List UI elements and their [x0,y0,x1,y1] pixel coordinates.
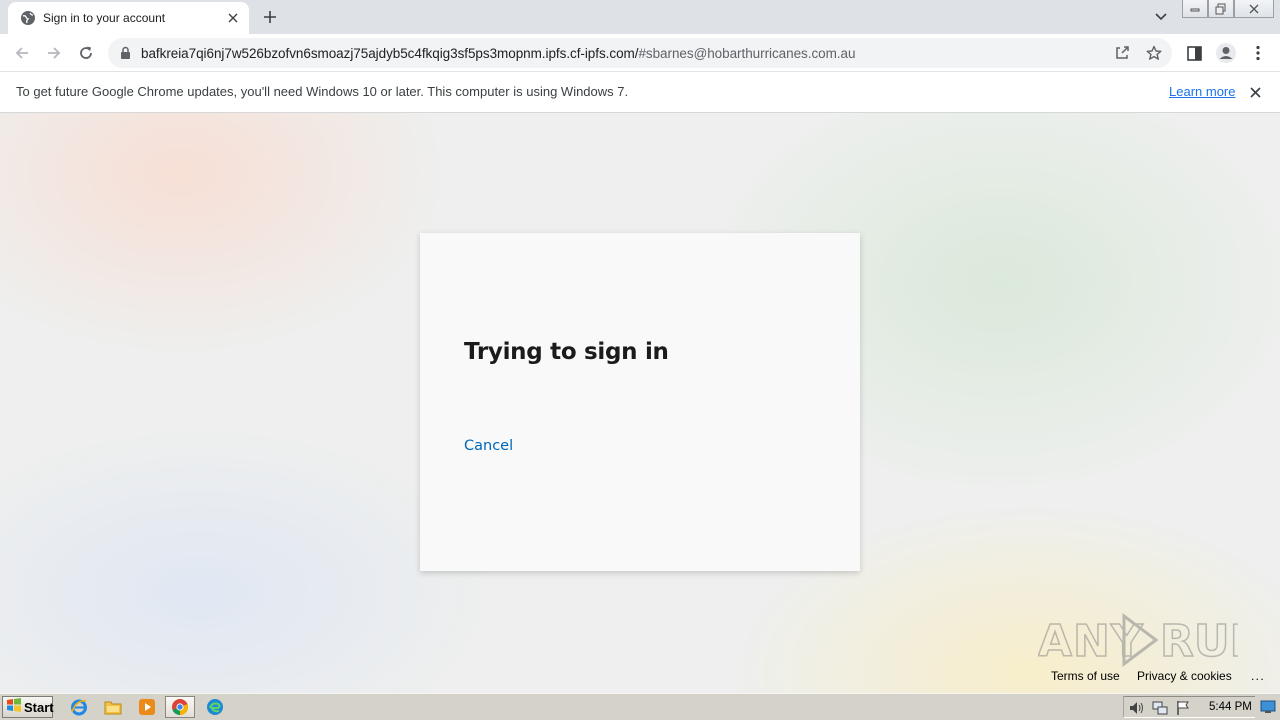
windows-logo-icon [6,697,22,718]
new-tab-button[interactable] [258,6,282,28]
svg-text:RUN: RUN [1160,616,1238,667]
close-tab-icon[interactable] [224,9,242,27]
terms-of-use-link[interactable]: Terms of use [1051,669,1120,683]
address-bar[interactable]: bafkreia7qi6nj7w526bzofvn6smoazj75ajdyb5… [108,38,1172,68]
anyrun-watermark-logo: ANY RUN [1038,613,1238,668]
url-host: bafkreia7qi6nj7w526bzofvn6smoazj75ajdyb5… [141,46,639,61]
taskbar-clock[interactable]: 5:44 PM [1209,701,1252,713]
forward-arrow-icon[interactable] [42,41,66,65]
browser-toolbar: bafkreia7qi6nj7w526bzofvn6smoazj75ajdyb5… [0,34,1280,72]
tab-title: Sign in to your account [43,11,166,25]
side-panel-icon[interactable] [1182,41,1206,65]
start-button[interactable]: Start [2,696,54,718]
infobar-message: To get future Google Chrome updates, you… [16,84,629,99]
browser-tab[interactable]: Sign in to your account [8,2,249,34]
share-icon[interactable] [1112,44,1132,62]
media-player-icon[interactable] [136,697,158,717]
kebab-menu-icon[interactable] [1246,41,1270,65]
globe-icon [20,10,36,26]
system-tray: 5:44 PM [1123,696,1255,718]
profile-avatar-icon[interactable] [1214,41,1238,65]
network-icon[interactable] [1152,700,1168,720]
sign-in-card: Trying to sign in Cancel [420,233,860,571]
show-desktop-icon[interactable] [1257,696,1279,718]
file-explorer-icon[interactable] [102,697,124,717]
bookmark-star-icon[interactable] [1144,43,1164,63]
edge-icon[interactable] [204,697,226,717]
close-window-button[interactable] [1234,0,1274,18]
minimize-window-button[interactable] [1182,0,1208,18]
tab-strip: Sign in to your account [0,0,1280,34]
action-center-flag-icon[interactable] [1176,700,1190,720]
reload-icon[interactable] [74,41,98,65]
page-content: Trying to sign in Cancel ANY RUN Terms o… [0,113,1280,693]
url-text[interactable]: bafkreia7qi6nj7w526bzofvn6smoazj75ajdyb5… [141,46,855,61]
back-arrow-icon[interactable] [10,41,34,65]
privacy-cookies-link[interactable]: Privacy & cookies [1137,669,1232,683]
lock-icon[interactable] [120,46,131,65]
chrome-icon[interactable] [165,696,195,718]
url-fragment: #sbarnes@hobarthurricanes.com.au [638,46,856,61]
page-title: Trying to sign in [464,339,669,365]
more-options-button[interactable]: . . . [1251,669,1264,683]
close-infobar-icon[interactable] [1246,83,1264,101]
volume-icon[interactable] [1129,701,1145,720]
tab-search-chevron-icon[interactable] [1150,7,1172,27]
learn-more-link[interactable]: Learn more [1169,84,1235,99]
internet-explorer-icon[interactable] [68,697,90,717]
windows-taskbar: Start 5:44 PM [0,693,1280,720]
update-infobar: To get future Google Chrome updates, you… [0,72,1280,113]
start-label: Start [24,699,54,715]
cancel-link[interactable]: Cancel [464,438,513,454]
restore-window-button[interactable] [1208,0,1234,18]
